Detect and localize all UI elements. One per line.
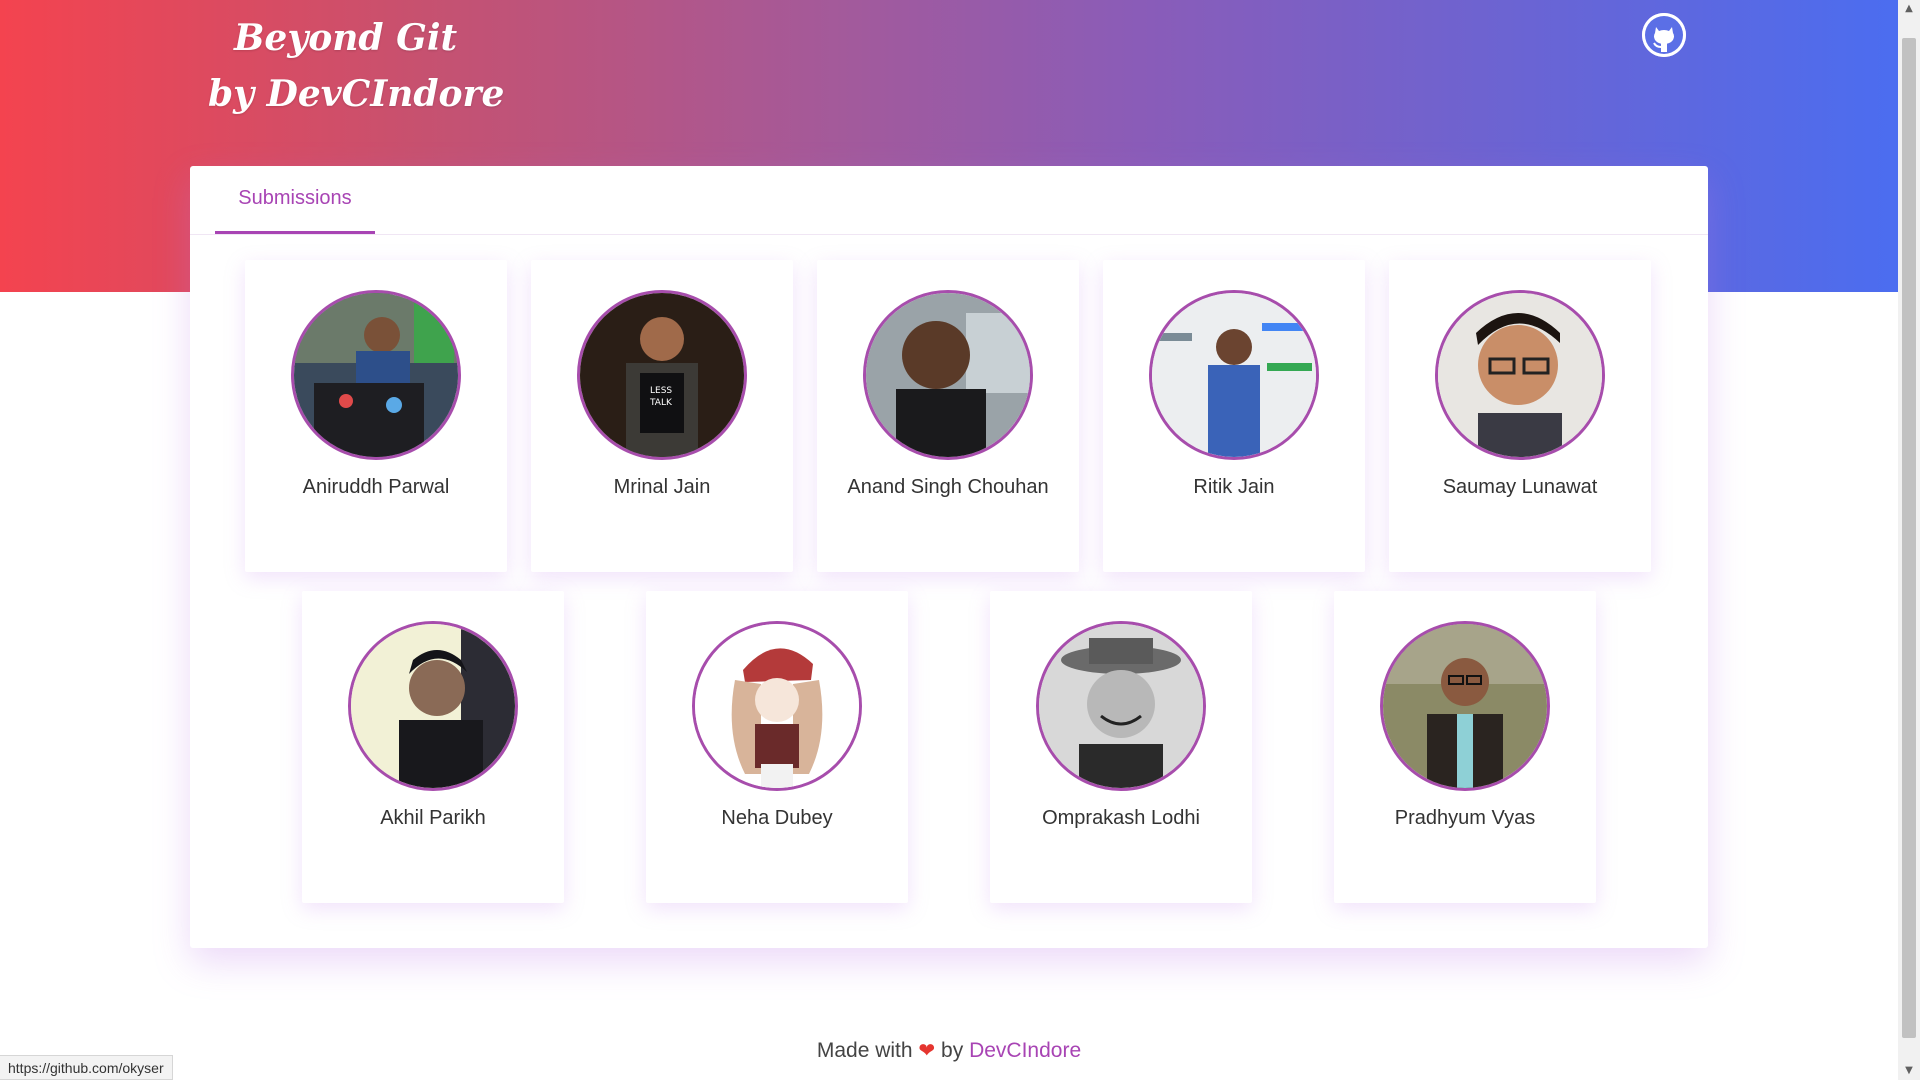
person-card[interactable]: Aniruddh Parwal (245, 260, 507, 572)
person-card[interactable]: Pradhyum Vyas (1334, 591, 1596, 903)
person-card[interactable]: Omprakash Lodhi (990, 591, 1252, 903)
avatar: LESS TALK (577, 290, 747, 460)
person-card[interactable]: Neha Dubey (646, 591, 908, 903)
heart-icon: ❤ (918, 1040, 936, 1062)
person-name: Saumay Lunawat (1442, 476, 1598, 498)
person-name: Neha Dubey (721, 807, 833, 829)
person-card[interactable]: Ritik Jain (1103, 260, 1365, 572)
footer-devcindore-link[interactable]: DevCIndore (969, 1039, 1081, 1062)
github-icon[interactable] (1642, 13, 1686, 57)
person-name: Omprakash Lodhi (1042, 807, 1200, 829)
person-card[interactable]: Saumay Lunawat (1389, 260, 1651, 572)
brand-logo[interactable]: Beyond Git by DevCIndore (208, 10, 504, 122)
person-name: Anand Singh Chouhan (847, 476, 1049, 498)
footer-made-with: Made with (816, 1039, 913, 1062)
avatar (1149, 290, 1319, 460)
avatar (1036, 621, 1206, 791)
avatar (1380, 621, 1550, 791)
person-name: Akhil Parikh (380, 807, 486, 829)
person-card[interactable]: Akhil Parikh (302, 591, 564, 903)
tab-bar: Submissions (190, 166, 1708, 235)
footer: Made with ❤ by DevCIndore (0, 1038, 1898, 1063)
avatar (291, 290, 461, 460)
person-card[interactable]: LESS TALK Mrinal Jain (531, 260, 793, 572)
svg-text:LESS: LESS (650, 386, 672, 396)
person-name: Mrinal Jain (613, 476, 711, 498)
scrollbar[interactable]: ▲ ▼ (1898, 0, 1920, 1080)
brand-title: Beyond Git (234, 17, 458, 59)
scrollbar-thumb[interactable] (1902, 38, 1916, 1038)
submissions-row-1: Aniruddh Parwal LESS TALK Mrinal Jain Ana… (190, 260, 1763, 572)
avatar (348, 621, 518, 791)
submissions-panel: Submissions Aniruddh Parwal LESS TALK Mri… (190, 166, 1708, 948)
person-name: Ritik Jain (1193, 476, 1275, 498)
svg-text:TALK: TALK (649, 398, 673, 408)
scroll-down-arrow-icon[interactable]: ▼ (1898, 1062, 1920, 1080)
avatar (1435, 290, 1605, 460)
person-card[interactable]: Anand Singh Chouhan (817, 260, 1079, 572)
submissions-row-2: Akhil Parikh Neha Dubey Omprakash Lodhi … (190, 591, 1820, 903)
tab-submissions[interactable]: Submissions (215, 166, 375, 234)
avatar (692, 621, 862, 791)
person-name: Aniruddh Parwal (302, 476, 450, 498)
brand-subtitle: by DevCIndore (208, 73, 505, 115)
avatar (863, 290, 1033, 460)
person-name: Pradhyum Vyas (1394, 807, 1536, 829)
footer-by: by (941, 1039, 964, 1062)
status-bar-url: https://github.com/okyser (0, 1055, 173, 1080)
scroll-up-arrow-icon[interactable]: ▲ (1898, 0, 1920, 18)
